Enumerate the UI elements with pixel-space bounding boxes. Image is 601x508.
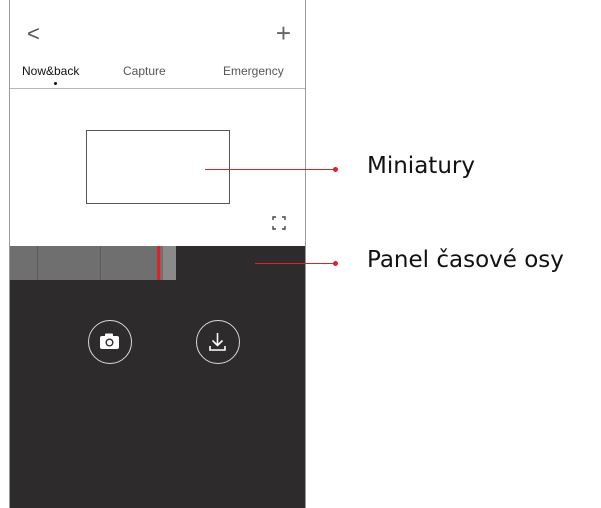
timeline-gap-segment (163, 246, 176, 280)
control-area (10, 280, 305, 508)
phone-screen: < + Now&back Capture Emergency (9, 0, 306, 508)
back-button[interactable]: < (27, 22, 40, 46)
fullscreen-icon[interactable] (272, 216, 286, 235)
active-tab-indicator (54, 82, 57, 85)
timeline-cursor[interactable] (157, 246, 160, 280)
add-button[interactable]: + (276, 20, 291, 46)
callout-dot-timeline (333, 261, 338, 266)
callout-label-thumbnails: Miniatury (367, 153, 475, 179)
thumbnail-preview[interactable] (86, 130, 230, 204)
callout-line-thumbnails (205, 169, 336, 170)
tab-emergency[interactable]: Emergency (223, 64, 284, 78)
capture-button[interactable] (88, 320, 132, 364)
callout-label-timeline: Panel časové osy (367, 247, 564, 273)
callout-line-timeline (255, 263, 336, 264)
timeline-recorded-segment (10, 246, 176, 280)
callout-dot-thumbnails (333, 167, 338, 172)
tab-now-and-back[interactable]: Now&back (22, 64, 79, 78)
timeline-tick (37, 246, 38, 280)
camera-icon (100, 333, 119, 349)
tab-capture[interactable]: Capture (123, 64, 166, 78)
timeline-tick (100, 246, 101, 280)
header-divider (10, 88, 305, 89)
download-button[interactable] (196, 320, 240, 364)
download-icon (209, 333, 226, 351)
